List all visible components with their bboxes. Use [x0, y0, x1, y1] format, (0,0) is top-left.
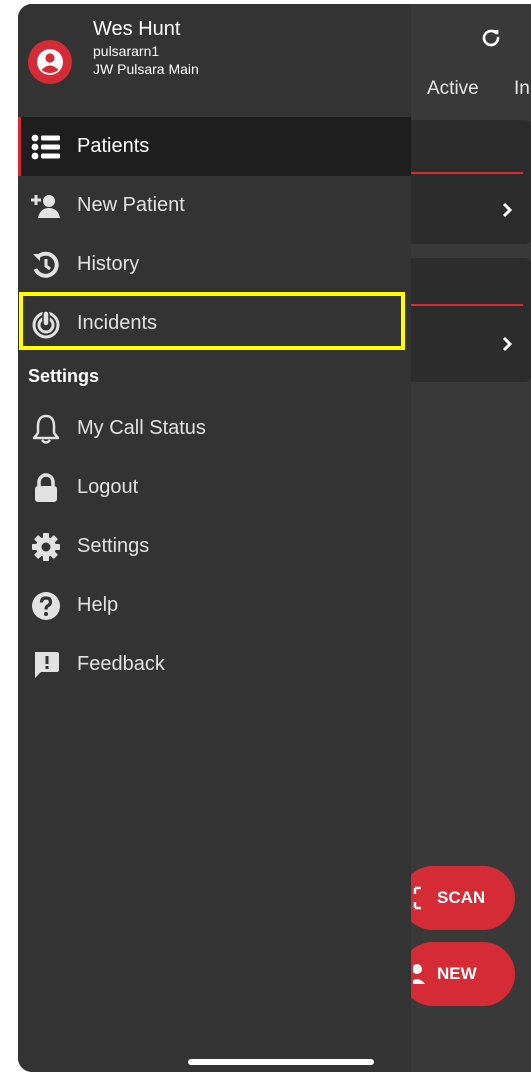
user-icon — [413, 960, 427, 988]
home-indicator[interactable] — [188, 1059, 374, 1065]
chevron-right-icon — [499, 336, 515, 352]
menu-item-logout[interactable]: Logout — [18, 458, 411, 517]
menu-item-label: History — [77, 253, 140, 275]
add-user-icon — [30, 190, 62, 222]
refresh-icon[interactable] — [479, 26, 503, 50]
feedback-icon — [30, 649, 62, 681]
menu-item-label: Logout — [77, 476, 139, 498]
help-icon — [30, 590, 62, 622]
user-profile: Wes Hunt pulsararn1 JW Pulsara Main — [18, 4, 411, 116]
menu-item-label: Patients — [77, 135, 150, 157]
organization-name: JW Pulsara Main — [93, 61, 199, 77]
settings-section-header: Settings — [28, 366, 100, 386]
menu-item-feedback[interactable]: Feedback — [18, 635, 411, 694]
menu-item-label: Help — [77, 594, 119, 616]
menu-item-new-patient[interactable]: New Patient — [18, 176, 411, 235]
gear-icon — [30, 531, 62, 563]
menu-item-label: Settings — [77, 535, 150, 557]
menu-item-label: Incidents — [77, 312, 158, 334]
app-screen: Active In SCAN NEW Wes Hunt pulsararn1 J… — [18, 4, 531, 1072]
menu-item-settings[interactable]: Settings — [18, 517, 411, 576]
menu-item-label: New Patient — [77, 194, 185, 216]
chevron-right-icon — [499, 202, 515, 218]
menu-item-patients[interactable]: Patients — [18, 117, 411, 176]
menu-item-my-call-status[interactable]: My Call Status — [18, 399, 411, 458]
list-icon — [30, 131, 62, 163]
menu-item-label: Feedback — [77, 653, 165, 675]
menu-item-help[interactable]: Help — [18, 576, 411, 635]
username: pulsararn1 — [93, 43, 160, 59]
patient-card[interactable] — [411, 120, 531, 244]
menu-item-label: My Call Status — [77, 417, 206, 439]
patients-screen-background: Active In SCAN NEW — [401, 4, 531, 1072]
menu-item-history[interactable]: History — [18, 235, 411, 294]
new-button[interactable]: NEW — [401, 942, 515, 1006]
history-icon — [30, 249, 62, 281]
scan-button[interactable]: SCAN — [401, 866, 515, 930]
new-label: NEW — [437, 964, 477, 983]
scan-label: SCAN — [437, 888, 486, 907]
patient-card[interactable] — [411, 258, 531, 382]
menu-item-incidents[interactable]: Incidents — [18, 294, 411, 353]
scan-icon — [413, 884, 427, 912]
navigation-drawer: Wes Hunt pulsararn1 JW Pulsara Main Pati… — [18, 4, 411, 1072]
bell-icon — [30, 413, 62, 445]
tab-active[interactable]: Active — [427, 78, 479, 100]
avatar-icon — [28, 40, 72, 84]
tab-incoming[interactable]: In — [514, 78, 530, 100]
incident-icon — [30, 308, 62, 340]
lock-icon — [30, 472, 62, 504]
user-name: Wes Hunt — [93, 18, 181, 40]
